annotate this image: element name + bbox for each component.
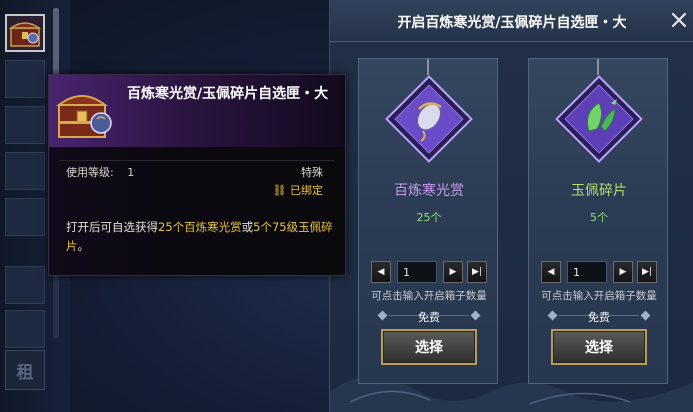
quantity-input[interactable] [567,261,607,283]
jade-fragment-icon [555,75,643,163]
reward-count: 25个 [416,211,442,224]
cost-row: 免费 [359,309,499,324]
tooltip-description: 打开后可自选获得25个百炼寒光赏或5个75级玉佩碎片。 [66,218,336,256]
max-button[interactable]: ▶| [467,261,487,283]
divider [425,315,469,316]
chest-icon [9,22,41,47]
divider [595,315,639,316]
tassel-pendant-icon [385,75,473,163]
rent-label: 租 [16,362,34,383]
bound-status: ⛓ 已绑定 [273,182,323,198]
close-icon [671,12,687,28]
reward-count: 5个 [590,211,608,224]
decrease-button[interactable]: ◀ [371,261,391,283]
tooltip-header: 百炼寒光赏/玉佩碎片自选匣・大 [49,75,345,147]
level-value: 1 [127,166,135,179]
skip-end-icon: ▶| [472,267,482,277]
link-icon: ⛓ [272,184,287,197]
treasure-chest-icon [56,95,112,138]
panel-title: 开启百炼寒光赏/玉佩碎片自选匣・大 [397,15,627,31]
quantity-hint: 可点击输入开启箱子数量 [371,290,487,302]
desc-prefix: 打开后可自选获得 [66,220,158,234]
inventory-slot[interactable] [5,266,45,304]
inventory-slot[interactable] [5,152,45,190]
increase-button[interactable]: ▶ [613,261,633,283]
desc-highlight: 25个百炼寒光赏 [158,220,242,234]
quantity-stepper: ◀ ▶ ▶| [541,261,659,283]
rent-slot-button[interactable]: 租 [5,350,45,390]
desc-mid: 或 [241,220,254,234]
cost-row: 免费 [529,309,669,324]
desc-suffix: 。 [77,239,90,253]
decrease-button[interactable]: ◀ [541,261,561,283]
inventory-slot[interactable] [5,310,45,348]
item-tooltip: 百炼寒光赏/玉佩碎片自选匣・大 使用等级: 1 特殊 ⛓ 已绑定 打开后可自选获… [48,74,346,276]
inventory-slot[interactable] [5,106,45,144]
inventory-slot[interactable] [5,198,45,236]
panel-header: 开启百炼寒光赏/玉佩碎片自选匣・大 [330,0,693,42]
skip-end-icon: ▶| [642,267,652,277]
reward-name: 百炼寒光赏 [394,183,464,199]
max-button[interactable]: ▶| [637,261,657,283]
close-button[interactable] [668,9,690,31]
option-card-2: 玉佩碎片 5个 ◀ ▶ ▶| 可点击输入开启箱子数量 免费 选择 [528,58,668,384]
triangle-right-icon: ▶ [449,267,457,277]
bound-label: 已绑定 [290,184,323,197]
level-row: 使用等级: 1 [66,164,134,180]
select-button[interactable]: 选择 [551,329,647,365]
inventory-slot-chest[interactable] [5,14,45,52]
option-card-1: 百炼寒光赏 25个 ◀ ▶ ▶| 可点击输入开启箱子数量 免费 选择 [358,58,498,384]
triangle-left-icon: ◀ [547,267,555,277]
triangle-left-icon: ◀ [377,267,385,277]
select-box-panel: 开启百炼寒光赏/玉佩碎片自选匣・大 百炼寒光赏 25个 ◀ 1 ▶ ▶| 可点击… [329,0,693,412]
triangle-right-icon: ▶ [619,267,627,277]
select-button[interactable]: 选择 [381,329,477,365]
quantity-hint: 可点击输入开启箱子数量 [541,290,657,302]
quantity-input[interactable] [397,261,437,283]
reward-name: 玉佩碎片 [571,183,627,199]
increase-button[interactable]: ▶ [443,261,463,283]
tooltip-title: 百炼寒光赏/玉佩碎片自选匣・大 [127,86,329,102]
inventory-slot[interactable] [5,60,45,98]
rarity-label: 特殊 [301,166,323,179]
quantity-stepper: ◀ ▶ ▶| [371,261,489,283]
level-label: 使用等级: [66,166,114,179]
divider [59,160,335,161]
